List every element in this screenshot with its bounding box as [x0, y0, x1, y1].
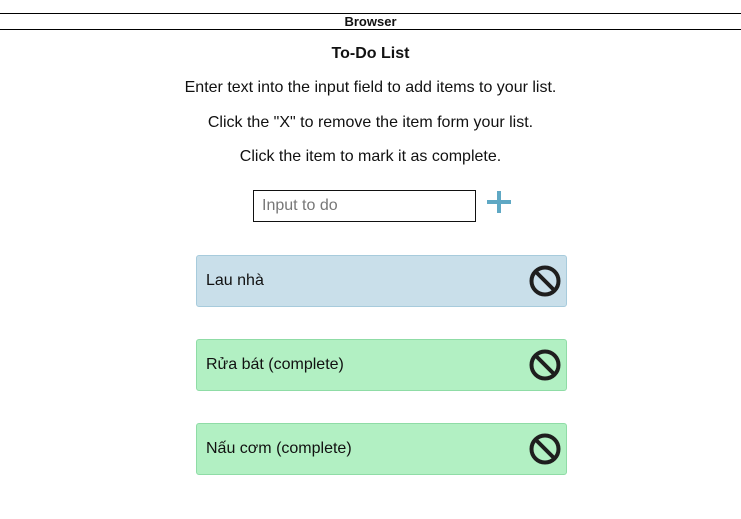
todo-item-label: Rửa bát (complete) — [206, 356, 344, 373]
instruction-remove: Click the "X" to remove the item form yo… — [207, 114, 534, 131]
browser-title-bar: Browser — [0, 13, 741, 30]
plus-icon[interactable] — [487, 191, 511, 215]
todo-item-label: Lau nhà — [206, 272, 264, 289]
todo-item[interactable]: Lau nhà — [196, 255, 567, 307]
add-item-row — [253, 190, 511, 222]
remove-circle-icon[interactable] — [528, 264, 562, 298]
remove-circle-icon[interactable] — [528, 348, 562, 382]
instruction-complete: Click the item to mark it as complete. — [239, 148, 502, 165]
remove-circle-icon[interactable] — [528, 432, 562, 466]
page-title: To-Do List — [331, 45, 410, 62]
todo-item-label: Nấu cơm (complete) — [206, 440, 352, 457]
todo-input[interactable] — [253, 190, 476, 222]
todo-item[interactable]: Rửa bát (complete) — [196, 339, 567, 391]
instruction-add: Enter text into the input field to add i… — [184, 79, 557, 96]
browser-title: Browser — [344, 14, 397, 29]
todo-item[interactable]: Nấu cơm (complete) — [196, 423, 567, 475]
